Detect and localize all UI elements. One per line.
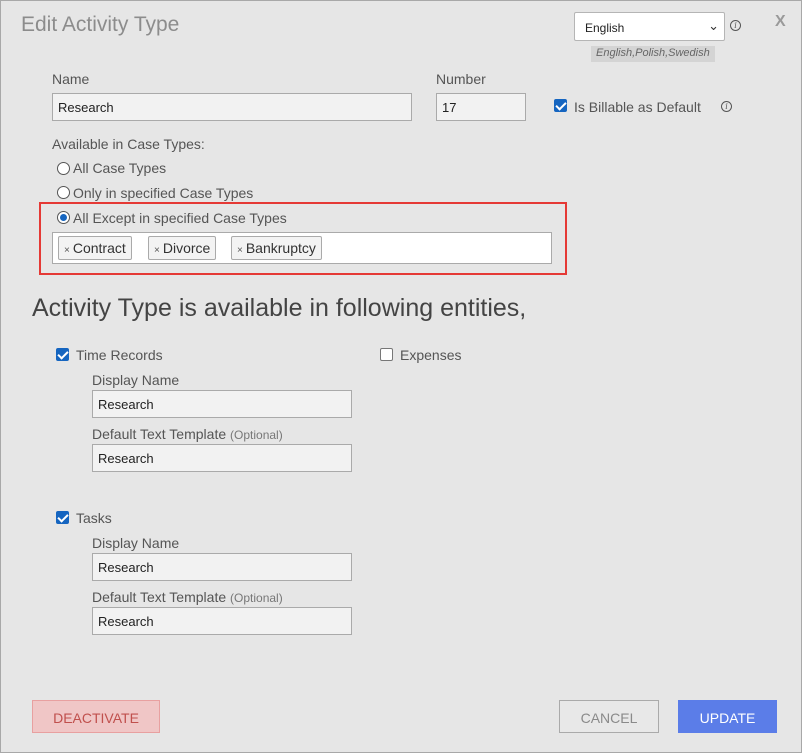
- tag-label: Divorce: [162, 240, 211, 256]
- expenses-label: Expenses: [400, 347, 462, 363]
- case-types-label: Available in Case Types:: [52, 136, 205, 152]
- template-label-text: Default Text Template: [92, 426, 227, 442]
- language-select[interactable]: English ⌄: [574, 12, 725, 41]
- tasks-label: Tasks: [76, 510, 112, 526]
- dialog-title: Edit Activity Type: [21, 13, 180, 36]
- remove-tag-icon[interactable]: ×: [237, 245, 243, 256]
- case-types-tag-input[interactable]: × Contract × Divorce × Bankruptcy: [52, 232, 552, 264]
- billable-info-icon[interactable]: i: [721, 101, 732, 112]
- available-languages: English,Polish,Swedish: [591, 46, 715, 62]
- remove-tag-icon[interactable]: ×: [154, 245, 160, 256]
- template-label-text: Default Text Template: [92, 589, 227, 605]
- radio-all-except-specified[interactable]: [57, 211, 70, 224]
- tag-contract: × Contract: [58, 236, 132, 260]
- time-records-template-input[interactable]: Research: [92, 444, 352, 472]
- time-records-label: Time Records: [76, 347, 163, 363]
- radio-all-case-types[interactable]: [57, 162, 70, 175]
- tasks-checkbox[interactable]: [56, 511, 69, 524]
- billable-checkbox[interactable]: [554, 99, 567, 112]
- billable-label: Is Billable as Default: [574, 99, 701, 115]
- language-selected-value: English: [585, 21, 625, 35]
- tasks-display-name-input[interactable]: Research: [92, 553, 352, 581]
- number-label: Number: [436, 71, 486, 87]
- tasks-template-label: Default Text Template (Optional): [92, 589, 283, 605]
- tag-divorce: × Divorce: [148, 236, 217, 260]
- radio-only-specified-label: Only in specified Case Types: [73, 185, 254, 201]
- close-button[interactable]: X: [775, 13, 786, 31]
- tasks-display-name-label: Display Name: [92, 535, 180, 551]
- remove-tag-icon[interactable]: ×: [64, 245, 70, 256]
- radio-all-except-specified-label: All Except in specified Case Types: [73, 210, 287, 226]
- tag-bankruptcy: × Bankruptcy: [231, 236, 322, 260]
- optional-hint: (Optional): [230, 428, 283, 442]
- tag-label: Contract: [72, 240, 126, 256]
- time-records-display-name-label: Display Name: [92, 372, 180, 388]
- cancel-button[interactable]: CANCEL: [559, 700, 659, 733]
- name-label: Name: [52, 71, 90, 87]
- time-records-checkbox[interactable]: [56, 348, 69, 361]
- chevron-down-icon: ⌄: [708, 18, 719, 33]
- radio-all-case-types-label: All Case Types: [73, 160, 167, 176]
- expenses-checkbox[interactable]: [380, 348, 393, 361]
- tasks-template-input[interactable]: Research: [92, 607, 352, 635]
- name-input[interactable]: Research: [52, 93, 412, 121]
- deactivate-button[interactable]: DEACTIVATE: [32, 700, 160, 733]
- time-records-display-name-input[interactable]: Research: [92, 390, 352, 418]
- info-icon[interactable]: i: [730, 20, 741, 31]
- number-input[interactable]: 17: [436, 93, 526, 121]
- radio-only-specified[interactable]: [57, 186, 70, 199]
- tag-label: Bankruptcy: [245, 240, 316, 256]
- time-records-template-label: Default Text Template (Optional): [92, 426, 283, 442]
- optional-hint: (Optional): [230, 591, 283, 605]
- update-button[interactable]: UPDATE: [678, 700, 777, 733]
- edit-activity-type-dialog: Edit Activity Type English ⌄ i X English…: [0, 0, 802, 753]
- entities-heading: Activity Type is available in following …: [32, 294, 527, 322]
